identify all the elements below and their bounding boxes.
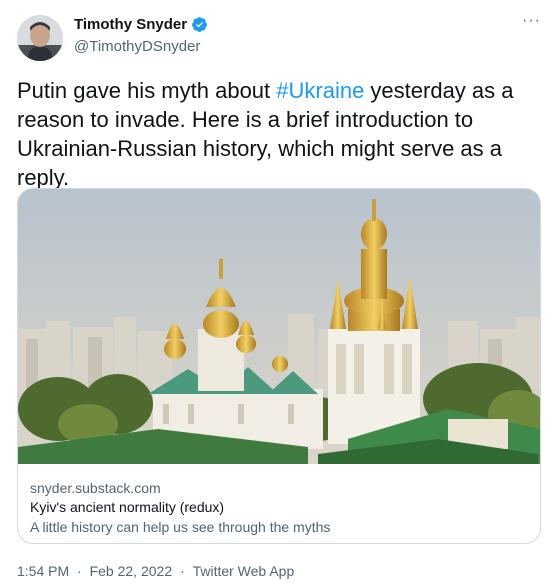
link-card-domain[interactable]: snyder.substack.com	[30, 480, 161, 496]
tweet: Timothy Snyder @TimothyDSnyder ··· Putin…	[0, 0, 550, 585]
tweet-metadata: 1:54 PM · Feb 22, 2022 · Twitter Web App	[17, 563, 294, 579]
link-preview-image[interactable]	[18, 189, 540, 464]
link-preview-card[interactable]: snyder.substack.com Kyiv's ancient norma…	[17, 188, 541, 544]
author-handle[interactable]: @TimothyDSnyder	[74, 38, 200, 55]
verified-badge-icon	[191, 16, 208, 33]
meta-separator: ·	[180, 563, 185, 579]
hashtag-link[interactable]: #Ukraine	[276, 78, 364, 103]
link-card-title[interactable]: Kyiv's ancient normality (redux)	[30, 499, 224, 515]
meta-separator: ·	[77, 563, 82, 579]
tweet-time[interactable]: 1:54 PM	[17, 563, 69, 579]
tweet-text: Putin gave his myth about #Ukraine yeste…	[17, 76, 532, 192]
church-photo-icon	[18, 189, 540, 464]
link-card-description[interactable]: A little history can help us see through…	[30, 519, 330, 535]
tweet-source[interactable]: Twitter Web App	[193, 563, 295, 579]
author-name-row: Timothy Snyder	[74, 16, 208, 33]
more-options-ellipsis-icon[interactable]: ···	[522, 12, 541, 30]
author-avatar[interactable]	[17, 15, 63, 61]
author-display-name[interactable]: Timothy Snyder	[74, 16, 187, 33]
tweet-date[interactable]: Feb 22, 2022	[90, 563, 173, 579]
tweet-text-before: Putin gave his myth about	[17, 78, 277, 103]
avatar-photo-icon	[17, 15, 63, 61]
